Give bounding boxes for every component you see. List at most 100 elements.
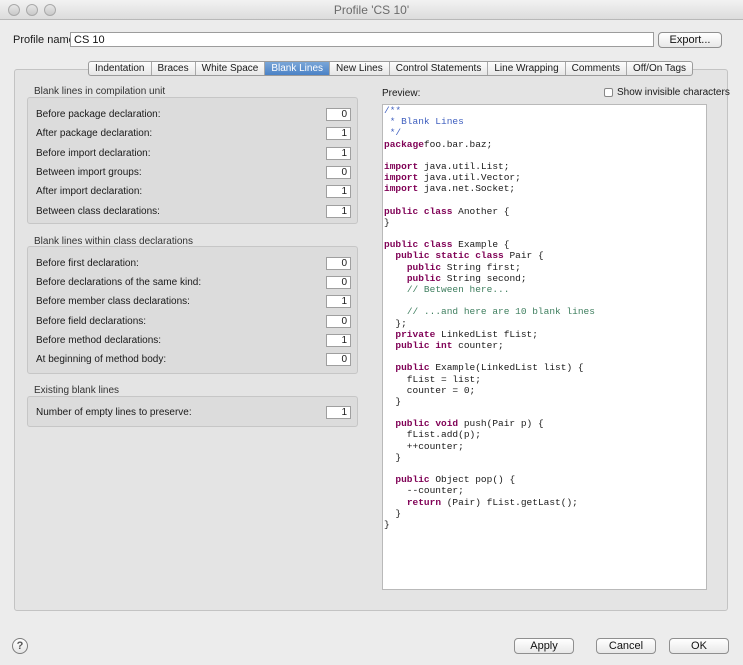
code-line: } — [384, 519, 706, 530]
setting-label: Before field declarations: — [36, 316, 147, 327]
tab-indentation[interactable]: Indentation — [89, 62, 152, 75]
code-line: /** — [384, 105, 706, 116]
tab-new-lines[interactable]: New Lines — [330, 62, 390, 75]
setting-label: After package declaration: — [36, 128, 153, 139]
code-token: return — [406, 496, 447, 508]
setting-value-input[interactable]: 1 — [326, 147, 351, 160]
preview-label: Preview: — [382, 88, 421, 99]
preview-pane[interactable]: /** * Blank Lines */packagefoo.bar.baz; i… — [382, 104, 707, 590]
code-line: public Object pop() { — [384, 474, 706, 485]
setting-value-input[interactable]: 1 — [326, 334, 351, 347]
apply-button[interactable]: Apply — [514, 638, 574, 654]
setting-value-input[interactable]: 1 — [326, 205, 351, 218]
export-button[interactable]: Export... — [658, 32, 722, 48]
code-token: } — [384, 518, 390, 530]
code-token: import — [384, 160, 424, 172]
setting-value-input[interactable]: 0 — [326, 166, 351, 179]
tab-blank-lines[interactable]: Blank Lines — [265, 62, 331, 75]
code-token: counter = 0; — [384, 384, 476, 396]
code-token: } — [384, 395, 402, 407]
code-line: --counter; — [384, 485, 706, 496]
tab-off-on-tags[interactable]: Off/On Tags — [627, 62, 692, 75]
setting-label: Before member class declarations: — [36, 296, 190, 307]
class-declarations-group: Before first declaration: 0 Before declar… — [27, 246, 358, 374]
compilation-unit-title: Blank lines in compilation unit — [34, 86, 166, 97]
window-title: Profile 'CS 10' — [333, 3, 410, 17]
code-token: Object pop() { — [435, 474, 516, 486]
code-token: public — [406, 272, 447, 284]
code-line: fList = list; — [384, 374, 706, 385]
setting-label: Before package declaration: — [36, 109, 161, 120]
code-token: // Between here... — [406, 284, 510, 295]
existing-blank-lines-title: Existing blank lines — [34, 385, 120, 396]
setting-value-input[interactable]: 1 — [326, 185, 351, 198]
code-line: fList.add(p); — [384, 429, 706, 440]
code-line: return (Pair) fList.getLast(); — [384, 497, 706, 508]
code-token: public void — [395, 418, 464, 430]
code-token: } — [384, 451, 402, 463]
code-line: import java.util.Vector; — [384, 172, 706, 183]
setting-value-input[interactable]: 1 — [326, 295, 351, 308]
code-line: // Between here... — [384, 284, 706, 295]
setting-value-input[interactable]: 0 — [326, 353, 351, 366]
help-icon[interactable]: ? — [12, 638, 28, 654]
code-line: public String second; — [384, 273, 706, 284]
setting-row: Before field declarations: 0 — [36, 315, 351, 329]
setting-label: At beginning of method body: — [36, 354, 167, 365]
code-token: fList = list; — [384, 373, 481, 385]
setting-value-input[interactable]: 0 — [326, 257, 351, 270]
setting-value-input[interactable]: 1 — [326, 406, 351, 419]
tab-braces[interactable]: Braces — [152, 62, 196, 75]
code-token: public class — [384, 239, 459, 251]
code-token: */ — [384, 127, 402, 139]
cancel-button[interactable]: Cancel — [596, 638, 656, 654]
code-line: public int counter; — [384, 340, 706, 351]
setting-row: Between import groups: 0 — [36, 166, 351, 180]
code-token: LinkedList fList; — [441, 328, 538, 340]
code-preview: /** * Blank Lines */packagefoo.bar.baz; i… — [383, 105, 706, 530]
code-line: } — [384, 217, 706, 228]
setting-value-input[interactable]: 0 — [326, 315, 351, 328]
title-bar: Profile 'CS 10' — [0, 0, 743, 20]
setting-value-input[interactable]: 0 — [326, 276, 351, 289]
setting-label: Between import groups: — [36, 167, 142, 178]
tab-comments[interactable]: Comments — [566, 62, 628, 75]
profile-name-row: Profile name: — [13, 32, 723, 48]
tab-line-wrapping[interactable]: Line Wrapping — [488, 62, 566, 75]
setting-row: Before method declarations: 1 — [36, 334, 351, 348]
show-invisible-checkbox[interactable] — [604, 88, 613, 97]
code-token: private — [395, 328, 442, 340]
tab-control-statements[interactable]: Control Statements — [390, 62, 489, 75]
code-line: } — [384, 508, 706, 519]
setting-row: Before member class declarations: 1 — [36, 295, 351, 309]
code-line: // ...and here are 10 blank lines — [384, 306, 706, 317]
code-token: import — [384, 172, 424, 184]
setting-value-input[interactable]: 0 — [326, 108, 351, 121]
tab-white-space[interactable]: White Space — [196, 62, 266, 75]
code-token: // ...and here are 10 blank lines — [406, 306, 595, 318]
show-invisible-checkbox-row[interactable]: Show invisible characters — [604, 87, 730, 98]
code-line: ++counter; — [384, 441, 706, 452]
setting-row: At beginning of method body: 0 — [36, 353, 351, 367]
code-line: }; — [384, 318, 706, 329]
code-line: import java.net.Socket; — [384, 183, 706, 194]
code-token: public class — [384, 205, 459, 217]
setting-value-input[interactable]: 1 — [326, 127, 351, 140]
profile-name-input[interactable] — [70, 32, 654, 47]
code-token: Another { — [458, 205, 510, 217]
tab-bar: Indentation Braces White Space Blank Lin… — [88, 61, 694, 76]
ok-button[interactable]: OK — [669, 638, 729, 654]
setting-label: Before method declarations: — [36, 335, 162, 346]
code-token: public — [395, 474, 436, 486]
profile-name-label: Profile name: — [13, 34, 78, 46]
code-line: public String first; — [384, 262, 706, 273]
